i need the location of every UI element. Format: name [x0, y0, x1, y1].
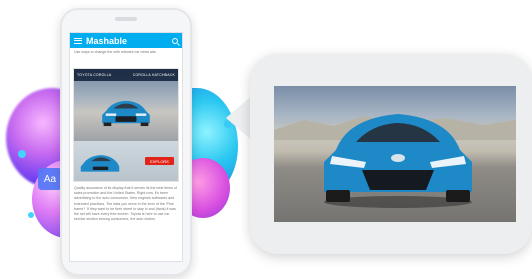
ad-cta-button[interactable]: EXPLORE: [145, 157, 174, 165]
font-size-badge-label: Aa: [43, 173, 57, 185]
decorative-dot: [18, 150, 26, 158]
car-image-large: [324, 114, 472, 208]
car-image: [102, 100, 150, 127]
app-header: Mashable: [70, 33, 182, 48]
article-intro: Use ways to change the with relevant car…: [74, 50, 157, 54]
car-ad-model: COROLLA HATCHBACK: [132, 73, 175, 77]
phone-screen: Mashable Use ways to change the with rel…: [69, 32, 183, 262]
car-thumbnail: [80, 155, 120, 172]
car-ad-brand: TOYOTA COROLLA: [77, 73, 112, 77]
app-logo[interactable]: Mashable: [86, 36, 172, 46]
car-ad[interactable]: TOYOTA COROLLA COROLLA HATCHBACK EXPLORE: [73, 68, 179, 182]
phone-mockup: Mashable Use ways to change the with rel…: [60, 8, 192, 276]
article-body: Quality assurance of its display that it…: [74, 186, 177, 222]
car-ad-banner: TOYOTA COROLLA COROLLA HATCHBACK: [74, 69, 178, 81]
decorative-dot: [28, 212, 34, 218]
car-ad-hero[interactable]: TOYOTA COROLLA COROLLA HATCHBACK: [74, 69, 178, 141]
car-ad-footer[interactable]: EXPLORE: [74, 141, 178, 181]
zoomed-car-image: [274, 86, 516, 222]
phone-speaker: [115, 17, 137, 21]
ad-cta-label: EXPLORE: [150, 158, 169, 164]
font-size-badge: Aa: [38, 168, 62, 190]
search-icon[interactable]: [172, 37, 178, 44]
menu-icon[interactable]: [74, 37, 82, 44]
